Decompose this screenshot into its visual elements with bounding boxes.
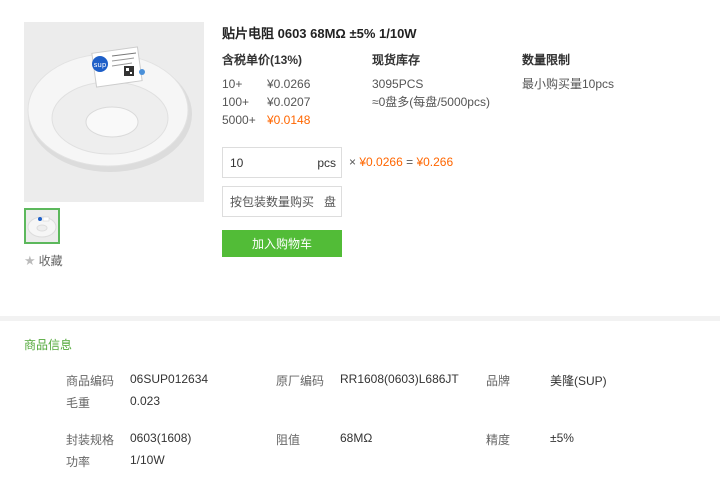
mfr-value: RR1608(0603)L686JT: [340, 372, 459, 386]
power-label: 功率: [66, 455, 91, 469]
calc-unit-price: ¥0.0266: [359, 155, 403, 169]
tier-quantity: 5000+: [222, 113, 256, 127]
price-tier: 5000+ ¥0.0148: [222, 111, 310, 129]
times-sign: ×: [349, 155, 357, 169]
add-to-cart-button[interactable]: 加入购物车: [222, 230, 342, 257]
price-tiers: 10+ ¥0.0266 100+ ¥0.0207 5000+ ¥0.0148: [222, 75, 310, 129]
price-calculation: × ¥0.0266 = ¥0.266: [349, 155, 453, 169]
package-label: 封装规格: [66, 433, 115, 447]
accuracy-label: 精度: [486, 433, 511, 447]
weight-value: 0.023: [130, 394, 161, 408]
section-title: 商品信息: [24, 338, 73, 352]
code-label: 商品编码: [66, 374, 115, 388]
power-value: 1/10W: [130, 453, 165, 467]
code-value: 06SUP012634: [130, 372, 209, 386]
star-icon: ★: [24, 252, 36, 268]
favorite-label: 收藏: [38, 254, 63, 268]
reel-illustration: sup: [24, 22, 204, 202]
quantity-unit: pcs: [317, 155, 336, 170]
weight-label: 毛重: [66, 396, 91, 410]
reel-unit: 盘: [323, 195, 336, 209]
stock-info: 3095PCS ≈0盘多(每盘/5000pcs): [372, 75, 490, 111]
price-header: 含税单价(13%): [222, 53, 303, 67]
equals-sign: =: [406, 155, 414, 169]
stock-header: 现货库存: [372, 53, 421, 67]
product-title: 贴片电阻 0603 68MΩ ±5% 1/10W: [222, 26, 417, 41]
tier-quantity: 100+: [222, 95, 250, 109]
favorite-button[interactable]: ★ 收藏: [24, 252, 63, 269]
min-purchase: 最小购买量10pcs: [522, 77, 615, 91]
tier-price: ¥0.0148: [267, 113, 311, 127]
resistance-label: 阻值: [276, 433, 301, 447]
mfr-label: 原厂编码: [276, 374, 325, 388]
quantity-value[interactable]: 10: [230, 156, 243, 170]
calc-total: ¥0.266: [416, 155, 454, 169]
thumbnail-image[interactable]: [24, 208, 60, 244]
price-tier: 10+ ¥0.0266: [222, 75, 310, 93]
brand-label: 品牌: [486, 374, 511, 388]
brand-value: 美隆(SUP): [550, 374, 607, 388]
limit-header: 数量限制: [522, 53, 571, 67]
package-value: 0603(1608): [130, 431, 192, 445]
resistance-value: 68MΩ: [340, 431, 373, 445]
svg-text:sup: sup: [94, 61, 107, 69]
quantity-input[interactable]: 10 pcs: [222, 147, 342, 178]
tier-quantity: 10+: [222, 77, 243, 91]
reel-placeholder[interactable]: 按包装数量购买: [230, 193, 314, 210]
section-divider: [0, 316, 720, 321]
reel-thumbnail-illustration: [26, 210, 58, 242]
product-image[interactable]: sup: [24, 22, 204, 202]
tier-price: ¥0.0266: [267, 77, 311, 91]
tier-price: ¥0.0207: [267, 95, 311, 109]
product-panel: sup ★ 收藏 贴片电阻 0603 68MΩ ±5% 1/10W 含税单价(1…: [0, 0, 720, 316]
stock-reels: ≈0盘多(每盘/5000pcs): [372, 95, 490, 109]
price-tier: 100+ ¥0.0207: [222, 93, 310, 111]
accuracy-value: ±5%: [550, 431, 574, 445]
stock-count: 3095PCS: [372, 77, 424, 91]
reel-quantity-input[interactable]: 按包装数量购买 盘: [222, 186, 342, 217]
